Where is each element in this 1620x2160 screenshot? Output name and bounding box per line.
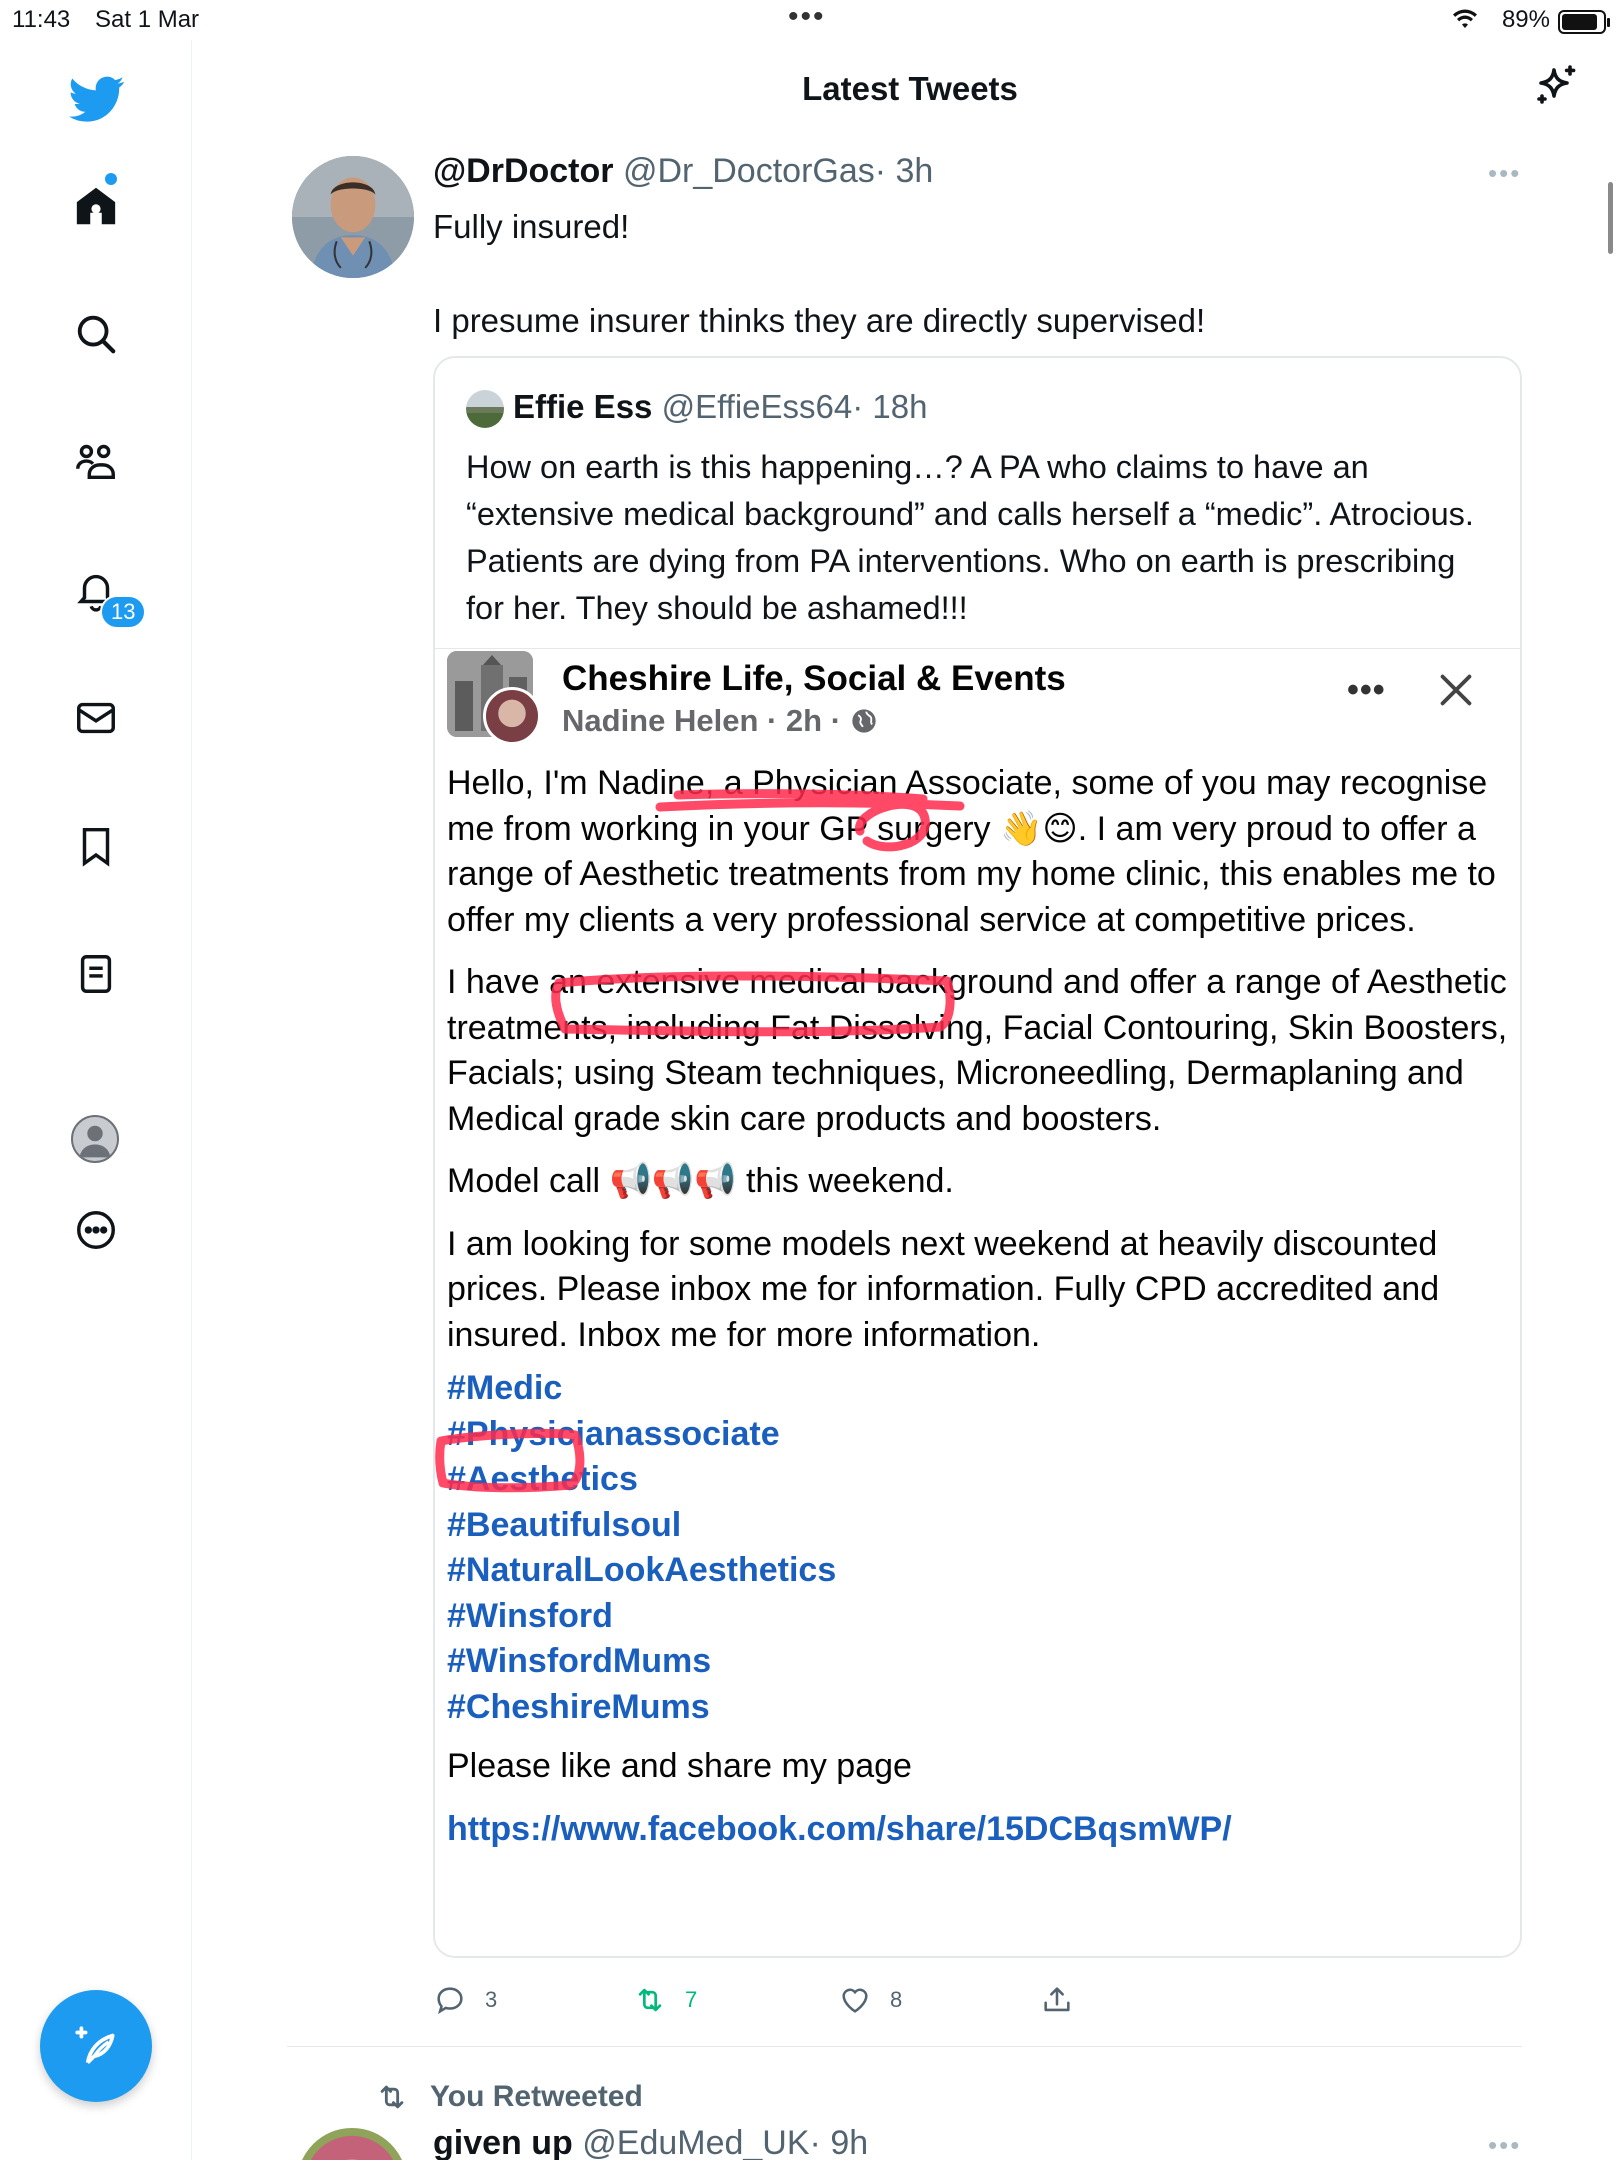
tweet-author-handle[interactable]: @Dr_DoctorGas xyxy=(623,152,875,190)
next-tweet-timestamp[interactable]: · 9h xyxy=(810,2124,869,2160)
next-tweet-header: given up @EduMed_UK· 9h xyxy=(433,2124,868,2160)
explore-search-icon[interactable] xyxy=(70,308,122,360)
hashtag: #WinsfordMums xyxy=(447,1642,712,1680)
next-tweet-avatar[interactable] xyxy=(297,2128,407,2160)
retweeted-indicator: You Retweeted xyxy=(372,2080,643,2114)
tweet-author-avatar[interactable] xyxy=(292,156,414,278)
like-count: 8 xyxy=(890,1987,903,2012)
multitasking-dots-icon[interactable]: ••• xyxy=(788,0,826,34)
tweet-text: Fully insured! I presume insurer thinks … xyxy=(433,208,1206,339)
sparkle-timeline-icon[interactable] xyxy=(1532,62,1582,112)
lists-icon[interactable] xyxy=(70,948,122,1000)
retweet-count: 7 xyxy=(685,1987,698,2012)
reply-icon xyxy=(437,1987,463,2015)
profile-avatar[interactable] xyxy=(71,1115,119,1163)
quoted-author-avatar[interactable] xyxy=(466,390,504,428)
facebook-post-paragraph: Please like and share my page xyxy=(447,1747,912,1785)
facebook-post-author-time: Nadine Helen · 2h · xyxy=(562,703,842,738)
battery-icon xyxy=(1558,10,1610,34)
messages-mail-icon[interactable] xyxy=(70,692,122,744)
status-date: Sat 1 Mar xyxy=(95,6,200,33)
quoted-tweet-timestamp: · 18h xyxy=(852,388,928,425)
hashtag: #Physicianassociate xyxy=(447,1414,780,1453)
facebook-more-icon: ••• xyxy=(1347,671,1386,709)
facebook-post-paragraph: I have an extensive medical background a… xyxy=(447,963,1508,1138)
quoted-tweet-text: How on earth is this happening…? A PA wh… xyxy=(466,449,1474,626)
more-options-icon[interactable] xyxy=(70,1204,122,1256)
compose-tweet-button[interactable] xyxy=(40,1990,152,2102)
scrollbar[interactable] xyxy=(1608,182,1613,254)
hashtag: #Aesthetics xyxy=(447,1460,638,1498)
twitter-logo-icon[interactable] xyxy=(68,70,126,128)
tweet-more-icon[interactable]: ••• xyxy=(1488,158,1521,189)
share-button[interactable] xyxy=(1040,1980,1092,2020)
next-tweet-author-handle[interactable]: @EduMed_UK xyxy=(582,2124,809,2160)
tweet-timestamp[interactable]: · 3h xyxy=(875,152,934,190)
facebook-hashtag-list: #Medic #Physicianassociate #Aesthetics #… xyxy=(447,1366,1517,1730)
facebook-close-icon xyxy=(1433,667,1479,713)
retweet-small-icon xyxy=(380,2085,404,2109)
notifications-count-badge: 13 xyxy=(100,595,147,629)
hashtag: #CheshireMums xyxy=(447,1687,710,1726)
retweet-button[interactable]: 7 xyxy=(633,1980,697,2020)
quoted-tweet-header: Effie Ess @EffieEss64· 18h xyxy=(513,388,927,426)
heart-icon xyxy=(842,1988,868,2013)
like-button[interactable]: 8 xyxy=(838,1980,902,2020)
page-title: Latest Tweets xyxy=(802,70,1018,107)
hashtag: #Winsford xyxy=(447,1596,613,1635)
facebook-group-name: Cheshire Life, Social & Events xyxy=(562,659,1066,698)
home-unread-dot xyxy=(105,173,117,185)
battery-percent: 89% xyxy=(1501,6,1550,33)
facebook-post-body: Hello, I'm Nadine, a Physician Associate… xyxy=(447,761,1517,1852)
share-icon xyxy=(1044,1987,1070,2012)
wifi-icon xyxy=(1452,8,1478,37)
communities-icon[interactable] xyxy=(70,436,122,488)
hashtag: #Medic xyxy=(447,1369,563,1407)
bookmarks-icon[interactable] xyxy=(70,820,122,872)
facebook-poster-avatar xyxy=(483,687,541,745)
compose-feather-icon xyxy=(75,2026,115,2064)
retweeted-label: You Retweeted xyxy=(430,2080,643,2113)
facebook-post-meta: Nadine Helen · 2h · xyxy=(562,703,878,739)
facebook-post-paragraph: Hello, I'm Nadine, a Physician Associate… xyxy=(447,764,1496,939)
reply-count: 3 xyxy=(485,1987,498,2012)
hashtag: #Beautifulsoul xyxy=(447,1505,682,1544)
status-bar: 11:43 Sat 1 Mar ••• 89% xyxy=(0,0,1620,40)
facebook-share-link: https://www.facebook.com/share/15DCBqsmW… xyxy=(447,1809,1232,1848)
facebook-post-paragraph: Model call 📢📢📢 this weekend. xyxy=(447,1162,954,1200)
quoted-author-name: Effie Ess xyxy=(513,388,653,425)
next-tweet-author-name[interactable]: given up xyxy=(433,2124,573,2160)
attached-image-facebook-post[interactable]: Cheshire Life, Social & Events Nadine He… xyxy=(435,648,1520,1956)
tweet-author-name[interactable]: @DrDoctor xyxy=(433,152,614,190)
hashtag: #NaturalLookAesthetics xyxy=(447,1551,837,1589)
reply-button[interactable]: 3 xyxy=(433,1980,497,2020)
tweet-divider xyxy=(287,2046,1522,2047)
home-icon[interactable] xyxy=(70,180,122,232)
next-tweet-more-icon[interactable]: ••• xyxy=(1488,2130,1521,2160)
tweet-header: @DrDoctor @Dr_DoctorGas· 3h xyxy=(433,152,933,191)
retweet-icon xyxy=(638,1988,662,2012)
sidebar: 13 xyxy=(0,40,192,2160)
facebook-post-paragraph: I am looking for some models next weeken… xyxy=(447,1224,1440,1354)
quoted-tweet-card[interactable]: Effie Ess @EffieEss64· 18h How on earth … xyxy=(433,356,1522,1958)
globe-icon xyxy=(852,709,876,733)
status-time: 11:43 xyxy=(12,6,71,33)
quoted-author-handle: @EffieEss64 xyxy=(661,388,853,425)
